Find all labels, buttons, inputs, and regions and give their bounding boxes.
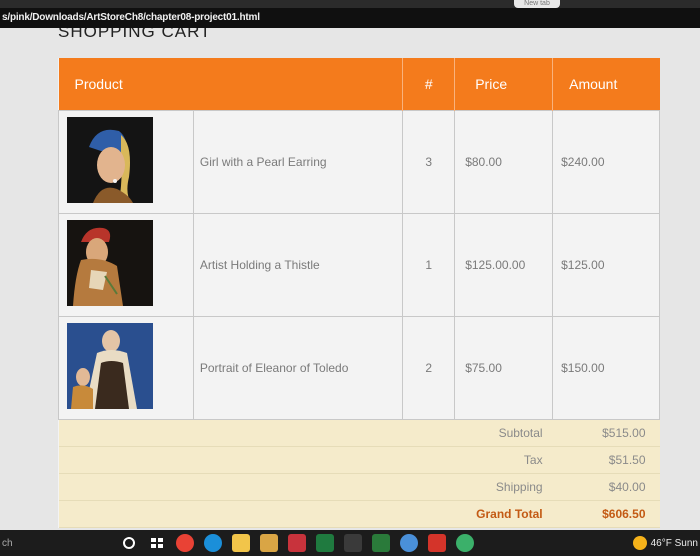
product-price: $125.00.00 (454, 212, 554, 317)
painting-thumbnail-pearl-earring[interactable] (67, 117, 153, 203)
summary-row-tax: Tax $51.50 (58, 446, 660, 474)
xbox-icon[interactable] (316, 534, 334, 552)
product-thumbnail-cell (58, 109, 194, 214)
subtotal-label: Subtotal (58, 419, 553, 447)
product-amount: $240.00 (552, 109, 660, 214)
column-header-amount: Amount (552, 58, 660, 110)
product-thumbnail-cell (58, 315, 194, 420)
product-name[interactable]: Artist Holding a Thistle (192, 212, 404, 317)
browser-tab-strip: New tab (0, 0, 700, 8)
table-row: Artist Holding a Thistle 1 $125.00.00 $1… (58, 212, 660, 317)
task-view-icon[interactable] (148, 534, 166, 552)
file-explorer-icon[interactable] (232, 534, 250, 552)
product-price: $80.00 (454, 109, 554, 214)
product-name[interactable]: Girl with a Pearl Earring (192, 109, 404, 214)
new-tab[interactable]: New tab (514, 0, 560, 8)
taskbar: ch 46°F Sunn (0, 530, 700, 556)
taskbar-search-text[interactable]: ch (0, 538, 120, 549)
column-header-price: Price (454, 58, 554, 110)
vscode-icon[interactable] (372, 534, 390, 552)
column-header-qty: # (402, 58, 456, 110)
tax-value: $51.50 (552, 446, 660, 474)
product-amount: $150.00 (552, 315, 660, 420)
subtotal-value: $515.00 (552, 419, 660, 447)
chrome-icon[interactable] (176, 534, 194, 552)
page-title: SHOPPING CART (58, 28, 212, 41)
shipping-value: $40.00 (552, 473, 660, 501)
summary-row-grand-total: Grand Total $606.50 (58, 500, 660, 528)
grand-total-label: Grand Total (58, 500, 553, 528)
acrobat-icon[interactable] (428, 534, 446, 552)
edge-icon[interactable] (204, 534, 222, 552)
product-price: $75.00 (454, 315, 554, 420)
table-row: Girl with a Pearl Earring 3 $80.00 $240.… (58, 109, 660, 214)
summary-row-shipping: Shipping $40.00 (58, 473, 660, 501)
page-content: SHOPPING CART Product # Price Amount Gir… (0, 28, 700, 530)
store-icon[interactable] (260, 534, 278, 552)
weather-widget[interactable]: 46°F Sunn (632, 530, 698, 556)
grand-total-value: $606.50 (552, 500, 660, 528)
product-qty: 2 (402, 315, 456, 420)
product-amount: $125.00 (552, 212, 660, 317)
taskbar-icons (120, 534, 474, 552)
product-name[interactable]: Portrait of Eleanor of Toledo (192, 315, 404, 420)
product-qty: 1 (402, 212, 456, 317)
tax-label: Tax (58, 446, 553, 474)
mail-icon[interactable] (288, 534, 306, 552)
address-bar[interactable]: s/pink/Downloads/ArtStoreCh8/chapter08-p… (0, 8, 700, 28)
search-icon[interactable] (120, 534, 138, 552)
painting-thumbnail-artist-thistle[interactable] (67, 220, 153, 306)
summary-row-subtotal: Subtotal $515.00 (58, 419, 660, 447)
shopping-cart-table: Product # Price Amount Girl with a Pearl… (58, 58, 660, 528)
column-header-product: Product (58, 58, 404, 110)
product-thumbnail-cell (58, 212, 194, 317)
product-qty: 3 (402, 109, 456, 214)
shipping-label: Shipping (58, 473, 553, 501)
music-icon[interactable] (344, 534, 362, 552)
weather-text: 46°F Sunn (650, 537, 698, 549)
table-header-row: Product # Price Amount (58, 58, 660, 110)
table-row: Portrait of Eleanor of Toledo 2 $75.00 $… (58, 315, 660, 420)
globe-icon[interactable] (456, 534, 474, 552)
chrome-alt-icon[interactable] (400, 534, 418, 552)
sun-icon (632, 536, 647, 550)
painting-thumbnail-eleanor-toledo[interactable] (67, 323, 153, 409)
